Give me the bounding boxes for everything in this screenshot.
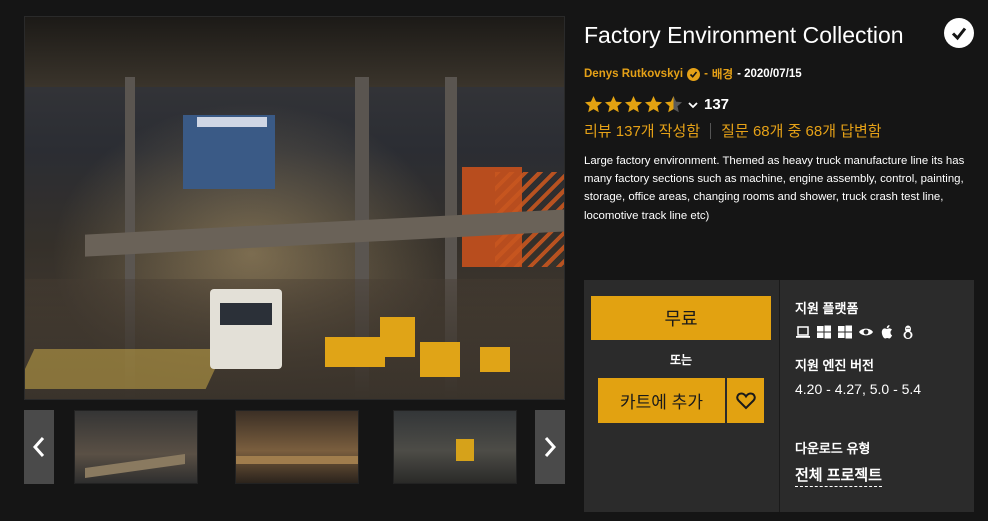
verified-seller-icon bbox=[687, 67, 701, 81]
image-rail bbox=[25, 349, 225, 389]
platforms-title: 지원 플랫폼 bbox=[795, 301, 859, 316]
platform-icons bbox=[795, 324, 916, 340]
product-title: Factory Environment Collection bbox=[584, 22, 904, 48]
image-sign bbox=[197, 117, 267, 127]
panel-divider bbox=[779, 280, 780, 512]
image-truck bbox=[210, 289, 282, 369]
chevron-right-icon bbox=[544, 437, 557, 457]
reviews-link[interactable]: 리뷰 137개 작성함 bbox=[584, 120, 700, 141]
eye-icon bbox=[859, 328, 873, 336]
laptop-icon bbox=[796, 326, 810, 338]
release-date: - 2020/07/15 bbox=[737, 68, 802, 80]
star-full-icon bbox=[624, 95, 643, 113]
product-meta: Denys Rutkovskyi - 배경 - 2020/07/15 bbox=[584, 66, 802, 82]
image-crate bbox=[420, 342, 460, 377]
owned-check-icon bbox=[944, 18, 974, 48]
windows-icon bbox=[838, 325, 852, 339]
star-half-icon bbox=[664, 95, 683, 113]
image-crate bbox=[480, 347, 510, 372]
add-to-cart-button[interactable]: 카트에 추가 bbox=[598, 378, 725, 423]
or-label: 또는 bbox=[669, 353, 693, 367]
product-description: Large factory environment. Themed as hea… bbox=[584, 155, 965, 222]
release-date-value: 2020/07/15 bbox=[744, 68, 802, 80]
download-type-title: 다운로드 유형 bbox=[795, 441, 871, 456]
download-type-value[interactable]: 전체 프로젝트 bbox=[795, 464, 882, 487]
image-crate bbox=[380, 317, 415, 357]
questions-link[interactable]: 질문 68개 중 68개 답변함 bbox=[721, 120, 881, 141]
review-links: 리뷰 137개 작성함 질문 68개 중 68개 답변함 bbox=[584, 120, 882, 141]
rating-count: 137 bbox=[704, 96, 730, 113]
star-full-icon bbox=[604, 95, 623, 113]
image-crate bbox=[325, 337, 385, 367]
gallery-next-button[interactable] bbox=[535, 410, 565, 484]
free-button[interactable]: 무료 bbox=[591, 296, 771, 340]
main-screenshot[interactable] bbox=[24, 16, 565, 400]
author-link[interactable]: Denys Rutkovskyi bbox=[584, 68, 683, 80]
image-ceiling bbox=[25, 17, 564, 87]
rating-summary[interactable]: 137 bbox=[584, 95, 729, 114]
gallery-thumbnail[interactable] bbox=[235, 410, 359, 484]
review-separator bbox=[710, 122, 712, 139]
heart-icon bbox=[735, 391, 756, 409]
star-full-icon bbox=[584, 95, 603, 113]
wishlist-button[interactable] bbox=[727, 378, 764, 423]
apple-icon bbox=[881, 325, 893, 339]
engine-versions-title: 지원 엔진 버전 bbox=[795, 358, 874, 373]
gallery-thumbnail[interactable] bbox=[74, 410, 198, 484]
windows-icon bbox=[817, 325, 831, 339]
category-link[interactable]: 배경 bbox=[712, 66, 733, 82]
chevron-left-icon bbox=[32, 437, 45, 457]
star-full-icon bbox=[644, 95, 663, 113]
engine-versions-value: 4.20 - 4.27, 5.0 - 5.4 bbox=[795, 381, 922, 397]
linux-icon bbox=[903, 325, 913, 339]
chevron-down-icon bbox=[688, 101, 698, 108]
gallery-thumbnail[interactable] bbox=[393, 410, 517, 484]
meta-separator: - bbox=[704, 68, 708, 80]
gallery-prev-button[interactable] bbox=[24, 410, 54, 484]
